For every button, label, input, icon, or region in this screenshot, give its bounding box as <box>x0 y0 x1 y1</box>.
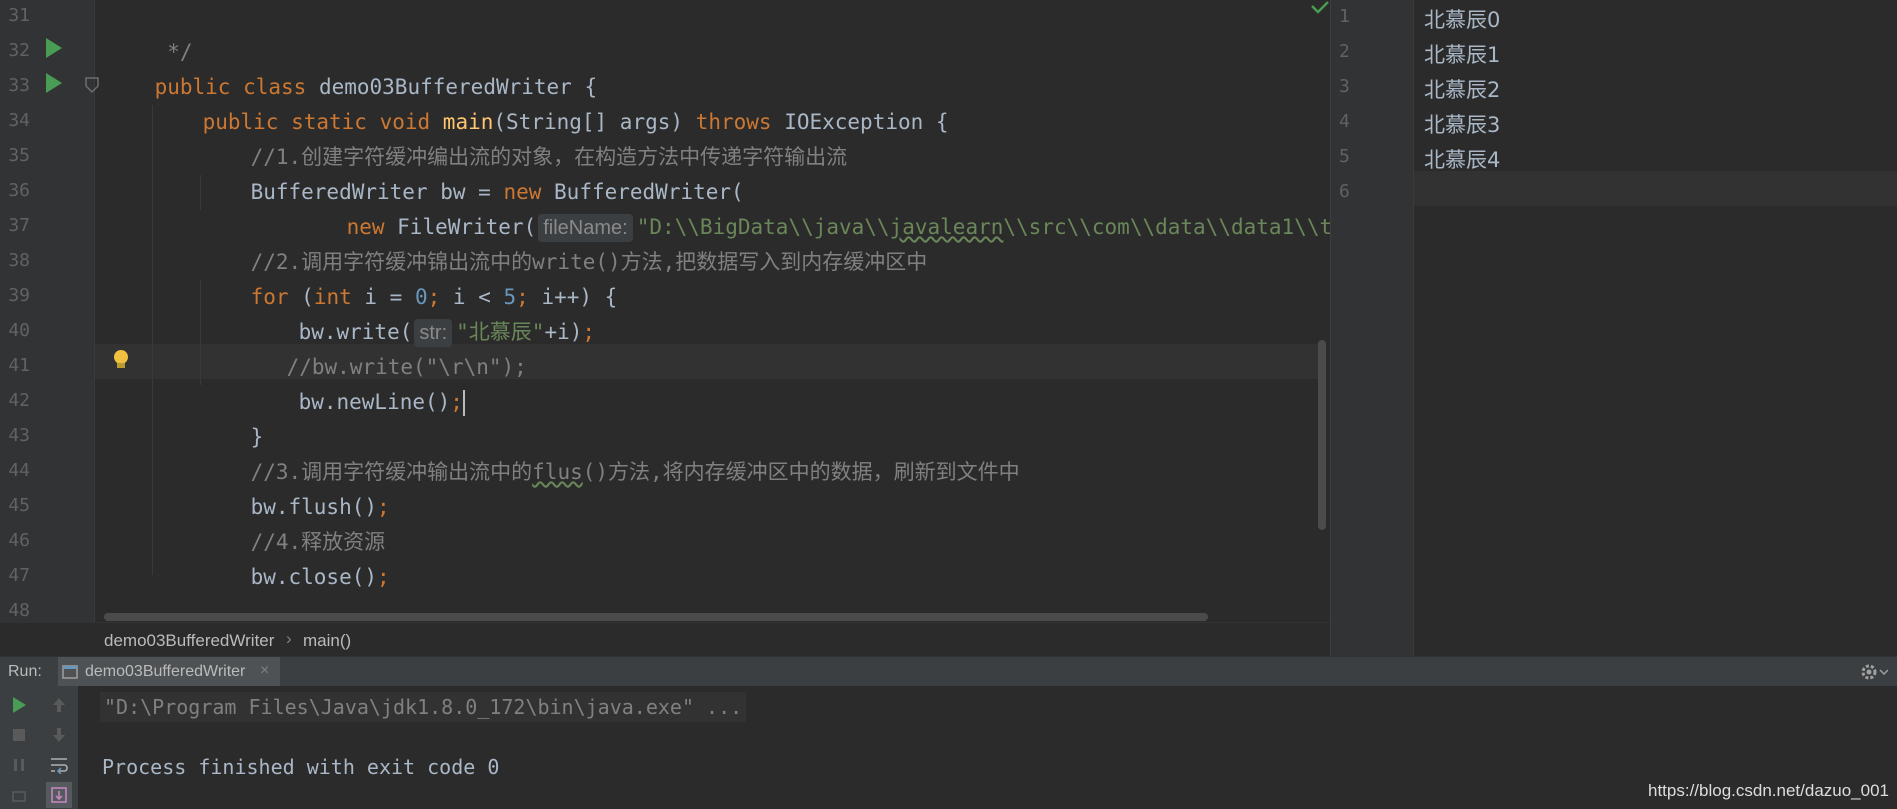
code-line-36: new FileWriter(fileName: "D:\\BigData\\ja… <box>296 175 1330 242</box>
text-caret <box>462 390 465 416</box>
current-line-highlight <box>1414 171 1897 206</box>
code-editor[interactable]: 31 32 33 34 35 36 37 38 39 40 41 42 43 4… <box>0 0 1330 622</box>
line-number: 1 <box>1339 6 1350 27</box>
line-number: 40 <box>8 320 30 341</box>
code-text: +i) <box>544 320 583 344</box>
line-number: 35 <box>8 145 30 166</box>
check-icon <box>1311 1 1329 14</box>
code-line-39: bw.write(str: "北慕辰"+i); <box>248 280 595 347</box>
code-text: bw.close() <box>250 565 378 589</box>
code-line-41[interactable]: bw.newLine(); <box>248 350 465 416</box>
line-number: 47 <box>8 565 30 586</box>
comment-typo: flus <box>532 460 583 484</box>
line-number: 33 <box>8 75 30 96</box>
code-line-44: bw.flush(); <box>200 455 390 519</box>
code-line-40: //bw.write("\r\n"); <box>236 315 527 379</box>
close-icon[interactable]: × <box>260 662 269 680</box>
run-console[interactable]: "D:\Program Files\Java\jdk1.8.0_172\bin\… <box>0 686 1897 809</box>
horizontal-scrollbar[interactable] <box>104 613 1208 621</box>
run-gutter-icon[interactable] <box>46 73 62 93</box>
fold-icon[interactable] <box>84 76 100 94</box>
code-line-32: public class demo03BufferedWriter { <box>104 35 598 99</box>
run-gutter-icon[interactable] <box>46 38 62 58</box>
stop-icon <box>13 729 25 741</box>
stop-button[interactable] <box>6 722 32 748</box>
run-toolbar <box>0 686 78 809</box>
lightbulb-icon[interactable] <box>112 348 130 372</box>
rerun-button[interactable] <box>6 692 32 718</box>
soft-wrap-button[interactable] <box>46 752 72 778</box>
gear-icon[interactable] <box>1860 663 1888 681</box>
code-line-38: for (int i = 0; i < 5; i++) { <box>200 245 618 309</box>
up-button[interactable] <box>46 692 72 718</box>
up-arrow-icon <box>53 698 65 712</box>
file-line: 北慕辰1 <box>1424 43 1501 67</box>
down-button[interactable] <box>46 722 72 748</box>
line-number: 4 <box>1339 111 1350 132</box>
code-line-43: //3.调用字符缓冲输出流中的flus()方法,将内存缓冲区中的数据，刷新到文件… <box>200 420 1020 484</box>
indent-guide <box>152 105 153 575</box>
line-number: 5 <box>1339 146 1350 167</box>
output-file-editor[interactable]: 1 2 3 4 5 6 北慕辰0 北慕辰1 北慕辰2 北慕辰3 北慕辰4 <box>1330 0 1897 656</box>
line-number: 38 <box>8 250 30 271</box>
down-arrow-icon <box>53 728 65 742</box>
code-text: bw.newLine() <box>298 390 451 414</box>
line-number: 32 <box>8 40 30 61</box>
run-toolwindow-header: Run: demo03BufferedWriter × <box>0 656 1897 687</box>
breadcrumb-class[interactable]: demo03BufferedWriter <box>104 631 274 651</box>
run-tab[interactable]: demo03BufferedWriter × <box>58 657 280 687</box>
breadcrumb-method[interactable]: main() <box>303 631 351 651</box>
line-number: 37 <box>8 215 30 236</box>
line-number: 2 <box>1339 41 1350 62</box>
console-command-line[interactable]: "D:\Program Files\Java\jdk1.8.0_172\bin\… <box>100 692 747 722</box>
semicolon: ; <box>450 390 463 414</box>
comment-text: ()方法,将内存缓冲区中的数据，刷新到文件中 <box>582 460 1020 484</box>
run-icon <box>13 697 26 713</box>
code-line-46: bw.close(); <box>200 525 390 589</box>
line-number: 3 <box>1339 76 1350 97</box>
line-number: 43 <box>8 425 30 446</box>
code-line-33: public static void main(String[] args) t… <box>152 70 949 134</box>
code-line-35: BufferedWriter bw = new BufferedWriter( <box>200 140 744 204</box>
code-line-42: } <box>200 385 264 449</box>
console-exit-message: Process finished with exit code 0 <box>102 755 500 779</box>
output-file-gutter <box>1331 0 1414 656</box>
line-number: 41 <box>8 355 30 376</box>
line-number: 39 <box>8 285 30 306</box>
code-line-31: */ <box>104 0 192 64</box>
console-tab-icon <box>62 665 78 679</box>
line-number: 6 <box>1339 181 1350 202</box>
camera-icon <box>12 791 26 802</box>
file-line: 北慕辰4 <box>1424 148 1501 172</box>
run-label: Run: <box>8 663 42 680</box>
line-number: 36 <box>8 180 30 201</box>
file-line: 北慕辰2 <box>1424 78 1501 102</box>
line-number: 48 <box>8 600 30 621</box>
vertical-scrollbar[interactable] <box>1318 340 1326 530</box>
pause-button[interactable] <box>6 752 32 778</box>
semicolon: ; <box>377 565 390 589</box>
code-line-37: //2.调用字符缓冲锦出流中的write()方法,把数据写入到内存缓冲区中 <box>200 210 928 274</box>
code-line-45: //4.释放资源 <box>200 490 386 554</box>
file-line: 北慕辰3 <box>1424 113 1501 137</box>
line-number: 31 <box>8 5 30 26</box>
run-tab-label: demo03BufferedWriter <box>85 663 246 680</box>
pause-icon <box>14 759 24 771</box>
line-number: 45 <box>8 495 30 516</box>
semicolon: ; <box>582 320 596 344</box>
line-number: 44 <box>8 460 30 481</box>
soft-wrap-icon <box>51 758 68 774</box>
line-number: 34 <box>8 110 30 131</box>
file-line: 北慕辰0 <box>1424 8 1501 32</box>
watermark: https://blog.csdn.net/dazuo_001 <box>1647 781 1889 800</box>
breadcrumb-separator: › <box>286 629 292 648</box>
line-number: 42 <box>8 390 30 411</box>
code-line-34: //1.创建字符缓冲编出流的对象，在构造方法中传递字符输出流 <box>200 105 848 169</box>
breadcrumb: demo03BufferedWriter › main() <box>0 622 1330 657</box>
dump-button[interactable] <box>6 782 32 808</box>
scroll-to-end-button[interactable] <box>46 782 72 808</box>
scroll-end-icon <box>51 787 67 803</box>
line-number: 46 <box>8 530 30 551</box>
string-literal: \\src\\com\\data\\data1\\test.txt <box>1003 215 1330 239</box>
